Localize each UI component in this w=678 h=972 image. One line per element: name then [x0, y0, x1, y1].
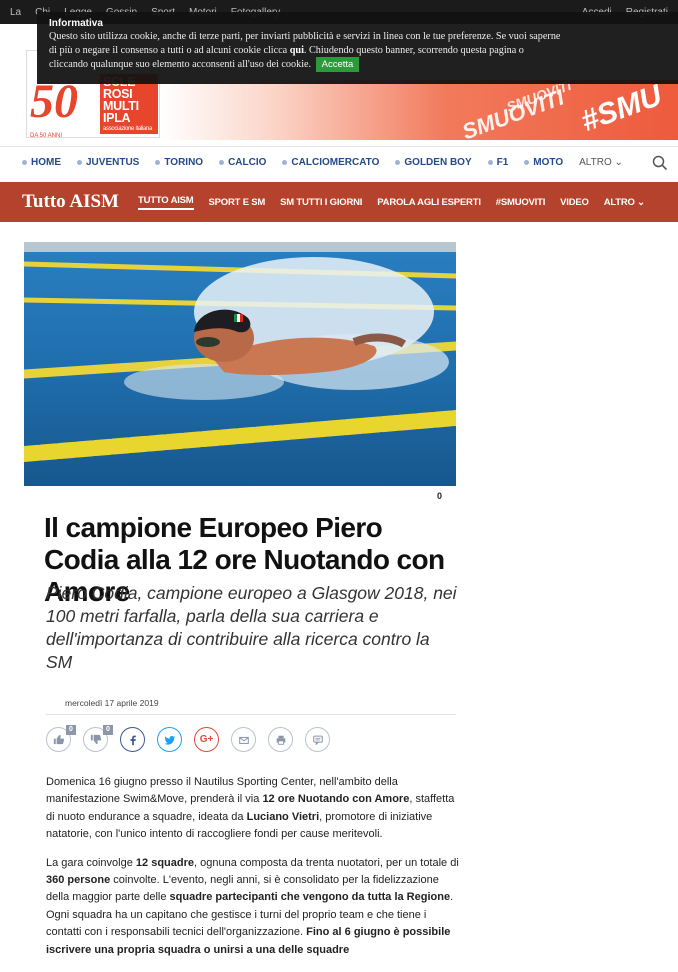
nav-item-home[interactable]: HOME: [22, 157, 61, 168]
nav-label: GOLDEN BOY: [404, 157, 472, 168]
smuoviti-banner[interactable]: SMUOVITI SMUOVITI #SMU: [160, 77, 678, 144]
tab-sm-tutti-i-giorni[interactable]: SM TUTTI I GIORNI: [280, 197, 362, 208]
bold-text: 360 persone: [46, 874, 111, 887]
topbar-link[interactable]: La: [10, 7, 21, 18]
tab-sport-e-sm[interactable]: SPORT E SM: [209, 197, 266, 208]
divider: [46, 714, 456, 715]
nav-label: HOME: [31, 157, 61, 168]
article-date: mercoledì 17 aprile 2019: [65, 698, 159, 708]
share-bar: 0 0 G+: [46, 725, 330, 752]
paragraph: La gara coinvolge 12 squadre, ognuna com…: [46, 855, 460, 959]
accept-cookies-button[interactable]: Accetta: [315, 56, 360, 73]
cookie-text: di più o negare il consenso a tutti o ad…: [49, 44, 290, 56]
thumbs-down-icon: [90, 734, 102, 745]
nav-item-calciomercato[interactable]: CALCIOMERCATO: [282, 157, 379, 168]
article-body: Domenica 16 giugno presso il Nautilus Sp…: [46, 774, 460, 970]
comment-button[interactable]: [305, 727, 330, 752]
thumbs-up-icon: [53, 734, 65, 745]
nav-item-juventus[interactable]: JUVENTUS: [77, 157, 139, 168]
bullet-icon: [524, 160, 530, 165]
google-plus-icon: G+: [199, 734, 214, 745]
dislike-count: 0: [103, 725, 113, 735]
hero-image: [24, 242, 456, 486]
bullet-icon: [22, 160, 27, 165]
bullet-icon: [487, 160, 493, 165]
tab-tutto-aism[interactable]: TUTTO AISM: [138, 195, 194, 210]
cookie-line-2: di più o negare il consenso a tutti o ad…: [49, 44, 666, 57]
nav-label: CALCIO: [228, 157, 267, 168]
bold-text: 12 squadre: [135, 856, 194, 869]
dislike-button[interactable]: 0: [83, 725, 113, 752]
share-twitter-button[interactable]: [157, 727, 182, 752]
share-email-button[interactable]: [231, 727, 256, 752]
banner-tag: #SMU: [576, 78, 667, 139]
bold-text: Luciano Vietri: [246, 810, 320, 823]
cookie-line-3: cliccando qualunque suo elemento acconse…: [49, 56, 666, 73]
twitter-icon: [163, 735, 175, 745]
nav-item-altro[interactable]: ALTRO ⌄: [579, 157, 623, 168]
bullet-icon: [77, 160, 82, 165]
tab-video[interactable]: VIDEO: [560, 197, 589, 208]
bullet-icon: [155, 160, 161, 165]
nav-label: MOTO: [533, 157, 564, 168]
section-nav: Tutto AISM TUTTO AISM SPORT E SM SM TUTT…: [0, 182, 678, 222]
like-count: 0: [66, 725, 76, 735]
nav-item-moto[interactable]: MOTO: [524, 157, 563, 168]
bullet-icon: [282, 160, 288, 165]
cookie-text: . Chiudendo questo banner, scorrendo que…: [303, 44, 524, 56]
bullet-icon: [219, 160, 225, 165]
cookie-line-1: Questo sito utilizza cookie, anche di te…: [49, 31, 561, 43]
tab-parola-agli-esperti[interactable]: PAROLA AGLI ESPERTI: [377, 197, 481, 208]
nav-label: F1: [496, 157, 509, 168]
print-button[interactable]: [268, 727, 293, 752]
bold-text: 12 ore Nuotando con Amore: [262, 793, 410, 806]
nav-label: CALCIOMERCATO: [291, 157, 380, 168]
logo-subtitle: associazione italiana: [103, 126, 153, 132]
section-brand[interactable]: Tutto AISM: [0, 191, 138, 213]
share-facebook-button[interactable]: [120, 727, 145, 752]
nav-item-golden-boy[interactable]: GOLDEN BOY: [395, 157, 472, 168]
facebook-icon: [129, 735, 136, 745]
print-icon: [276, 735, 285, 745]
article-subtitle: Piero Codia, campione europeo a Glasgow …: [46, 583, 457, 672]
bullet-icon: [395, 160, 401, 165]
cookie-info-link[interactable]: qui: [290, 45, 304, 56]
nav-item-torino[interactable]: TORINO: [155, 157, 203, 168]
cookie-text: cliccando qualunque suo elemento acconse…: [49, 58, 312, 70]
logo-years: DA 50 ANNI: [30, 133, 63, 139]
nav-label: TORINO: [164, 157, 204, 168]
text: , ognuna composta da trenta nuotatori, p…: [194, 856, 459, 869]
comment-icon: [312, 735, 323, 746]
main-nav: HOME JUVENTUS TORINO CALCIO CALCIOMERCAT…: [0, 146, 678, 178]
cookie-banner: Informativa Questo sito utilizza cookie,…: [37, 12, 678, 84]
nav-item-calcio[interactable]: CALCIO: [219, 157, 266, 168]
tab-smuoviti[interactable]: #SMUOVITI: [496, 197, 546, 208]
bold-text: squadre partecipanti che vengono da tutt…: [169, 891, 451, 904]
text: La gara coinvolge: [46, 856, 136, 869]
logo-word: IPLA: [103, 111, 131, 125]
cookie-title: Informativa: [49, 18, 103, 29]
share-googleplus-button[interactable]: G+: [194, 727, 219, 752]
tab-altro[interactable]: ALTRO ⌄: [604, 197, 645, 208]
nav-item-f1[interactable]: F1: [487, 157, 509, 168]
paragraph: Domenica 16 giugno presso il Nautilus Sp…: [46, 774, 460, 844]
search-icon[interactable]: [652, 155, 668, 171]
nav-label: JUVENTUS: [86, 157, 140, 168]
like-button[interactable]: 0: [46, 725, 76, 752]
email-icon: [238, 736, 249, 744]
views-counter: 0: [437, 491, 443, 501]
